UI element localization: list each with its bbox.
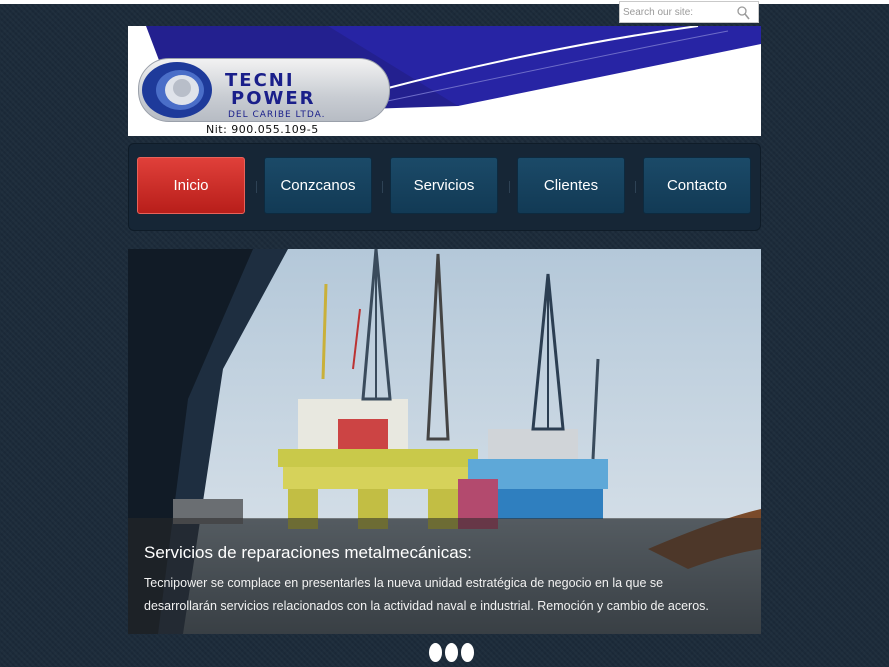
nav-separator (256, 181, 257, 193)
slider-pager (429, 643, 477, 663)
pager-dot-3[interactable] (461, 643, 474, 662)
nav-separator (635, 181, 636, 193)
search-box[interactable] (619, 1, 759, 23)
main-nav: Inicio Conzcanos Servicios Clientes Cont… (128, 143, 761, 231)
pager-dot-1[interactable] (429, 643, 442, 662)
nav-conozcanos[interactable]: Conzcanos (264, 157, 372, 214)
company-nit: Nit: 900.055.109-5 (206, 123, 319, 136)
nav-separator (382, 181, 383, 193)
hero-slider[interactable]: Servicios de reparaciones metalmecánicas… (128, 249, 761, 634)
logo-line2: POWER (231, 88, 316, 109)
pager-dot-2[interactable] (445, 643, 458, 662)
header-banner: TECNI POWER DEL CARIBE LTDA. Nit: 900.05… (128, 26, 761, 136)
nav-clientes[interactable]: Clientes (517, 157, 625, 214)
nav-contacto[interactable]: Contacto (643, 157, 751, 214)
search-icon[interactable] (736, 5, 752, 21)
nav-servicios[interactable]: Servicios (390, 157, 498, 214)
nav-separator (509, 181, 510, 193)
logo-subtitle: DEL CARIBE LTDA. (228, 110, 326, 120)
slide-text: Tecnipower se complace en presentarles l… (144, 576, 709, 613)
nav-inicio[interactable]: Inicio (137, 157, 245, 214)
logo-globe-icon (142, 62, 212, 118)
slide-title: Servicios de reparaciones metalmecánicas… (144, 543, 472, 562)
search-input[interactable] (623, 4, 738, 20)
